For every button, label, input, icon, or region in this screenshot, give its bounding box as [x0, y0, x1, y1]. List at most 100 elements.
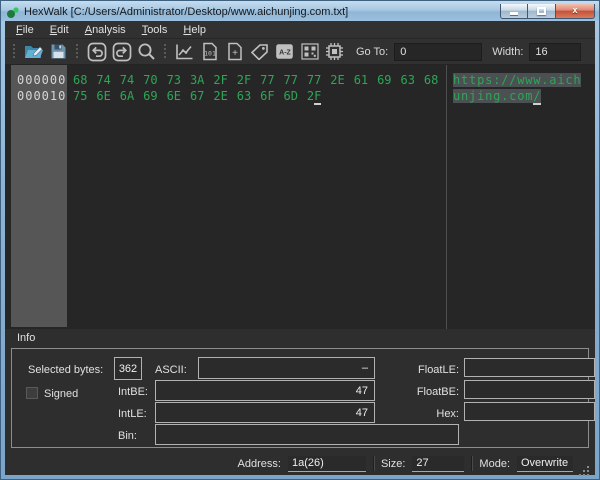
minimize-icon — [510, 12, 518, 15]
hex-byte[interactable]: 77 — [260, 72, 283, 88]
hex-byte[interactable]: 73 — [167, 72, 190, 88]
floatle-field[interactable] — [464, 358, 595, 377]
hex-field[interactable] — [464, 402, 595, 421]
search-button[interactable] — [135, 41, 158, 62]
toolbar-grip[interactable] — [75, 44, 80, 60]
hex-byte[interactable]: 68 — [424, 72, 447, 88]
hex-byte[interactable]: 63 — [237, 88, 260, 104]
undo-button[interactable] — [85, 41, 108, 62]
menu-edit[interactable]: Edit — [42, 22, 77, 38]
address-label: Address: — [238, 458, 281, 470]
ascii-row[interactable]: https://www.aich — [453, 72, 589, 88]
mode-value: Overwrite — [517, 456, 573, 472]
hex-byte[interactable]: 3A — [190, 72, 213, 88]
status-bar: Address: 1a(26) Size: 27 Mode: Overwrite — [5, 452, 595, 475]
hex-byte[interactable]: 6A — [120, 88, 143, 104]
hex-ascii-divider — [446, 65, 447, 329]
app-icon — [6, 6, 20, 19]
maximize-icon — [537, 7, 546, 15]
mode-label: Mode: — [479, 458, 510, 470]
qrcode-icon — [301, 43, 319, 60]
hex-byte[interactable]: 2F — [237, 72, 260, 88]
client-area: FileEditAnalysisToolsHelp — [5, 21, 595, 475]
menu-file[interactable]: File — [8, 22, 42, 38]
selected-bytes-value[interactable]: 362 — [114, 357, 142, 380]
toolbar-grip[interactable] — [12, 44, 17, 60]
floatle-field-label: FloatLE: — [403, 364, 459, 376]
menu-help[interactable]: Help — [175, 22, 214, 38]
resize-grip[interactable] — [587, 466, 589, 468]
hex-byte[interactable]: 6F — [260, 88, 283, 104]
open-file-button[interactable] — [22, 41, 45, 62]
entropy-chart-button[interactable] — [173, 41, 196, 62]
selected-bytes-label: Selected bytes: — [28, 364, 103, 376]
hex-byte[interactable]: 75 — [73, 88, 96, 104]
hex-byte[interactable]: 74 — [120, 72, 143, 88]
bin-field[interactable] — [155, 424, 459, 445]
search-icon — [137, 42, 156, 61]
svg-text:101: 101 — [204, 50, 216, 58]
close-button[interactable]: x — [555, 4, 595, 19]
menu-tools[interactable]: Tools — [134, 22, 176, 38]
width-input[interactable] — [529, 43, 581, 61]
ascii-panel[interactable]: https://www.aichunjing.com/ — [453, 65, 589, 104]
cpu-button[interactable] — [323, 41, 346, 62]
hex-byte[interactable]: 61 — [354, 72, 377, 88]
hex-byte[interactable]: 77 — [307, 72, 330, 88]
size-value: 27 — [412, 456, 464, 472]
open-file-icon — [24, 43, 44, 60]
tag-button[interactable] — [248, 41, 271, 62]
info-panel: Selected bytes: 362 Signed ASCII: – IntB… — [11, 348, 589, 448]
hex-byte-row[interactable]: 756E6A696E672E636F6D2F — [73, 88, 435, 104]
offset-label: 000000 — [11, 72, 67, 88]
redo-icon — [112, 42, 132, 62]
hex-bytes-panel[interactable]: 68747470733A2F2F7777772E61696368756E6A69… — [73, 65, 435, 104]
hex-byte[interactable]: 70 — [143, 72, 166, 88]
maximize-button[interactable] — [528, 4, 555, 19]
floatbe-field[interactable] — [464, 380, 595, 399]
svg-text:+: + — [232, 48, 238, 59]
window-title: HexWalk [C:/Users/Administrator/Desktop/… — [24, 6, 500, 18]
goto-label: Go To: — [356, 46, 388, 58]
hex-byte[interactable]: 63 — [400, 72, 423, 88]
hex-byte[interactable]: 77 — [284, 72, 307, 88]
bin-field-label: Bin: — [118, 430, 137, 442]
save-icon — [50, 43, 67, 60]
save-button[interactable] — [47, 41, 70, 62]
hex-byte[interactable]: 2E — [213, 88, 236, 104]
ascii-row[interactable]: unjing.com/ — [453, 88, 589, 104]
hex-byte[interactable]: 74 — [96, 72, 119, 88]
minimize-button[interactable] — [500, 4, 528, 19]
diff-file-button[interactable]: + — [223, 41, 246, 62]
binary-view-button[interactable]: 101 — [198, 41, 221, 62]
hex-byte[interactable]: 6E — [96, 88, 119, 104]
width-label: Width: — [492, 46, 523, 58]
hex-byte[interactable]: 68 — [73, 72, 96, 88]
svg-text:A-Z: A-Z — [279, 50, 291, 57]
strings-button[interactable]: A-Z — [273, 41, 296, 62]
menu-bar: FileEditAnalysisToolsHelp — [5, 21, 595, 39]
title-bar: HexWalk [C:/Users/Administrator/Desktop/… — [1, 1, 599, 21]
menu-analysis[interactable]: Analysis — [77, 22, 134, 38]
intle-field[interactable]: 47 — [155, 402, 375, 423]
toolbar-grip[interactable] — [163, 44, 168, 60]
goto-input[interactable] — [394, 43, 482, 61]
undo-icon — [87, 42, 107, 62]
intbe-field[interactable]: 47 — [155, 380, 375, 401]
hex-editor[interactable]: 000000000010 68747470733A2F2F7777772E616… — [5, 65, 595, 329]
signed-checkbox[interactable] — [26, 387, 38, 399]
hex-byte[interactable]: 6E — [167, 88, 190, 104]
hex-byte[interactable]: 69 — [377, 72, 400, 88]
binary-file-icon: 101 — [202, 42, 218, 61]
checksum-button[interactable] — [298, 41, 321, 62]
hex-byte[interactable]: 69 — [143, 88, 166, 104]
hex-byte[interactable]: 2F — [307, 88, 330, 104]
hex-byte[interactable]: 6D — [284, 88, 307, 104]
ascii-field[interactable]: – — [198, 357, 375, 379]
hex-byte-row[interactable]: 68747470733A2F2F7777772E61696368 — [73, 72, 435, 88]
hex-byte[interactable]: 2E — [330, 72, 353, 88]
strings-icon: A-Z — [275, 43, 294, 60]
redo-button[interactable] — [110, 41, 133, 62]
hex-byte[interactable]: 2F — [213, 72, 236, 88]
hex-byte[interactable]: 67 — [190, 88, 213, 104]
